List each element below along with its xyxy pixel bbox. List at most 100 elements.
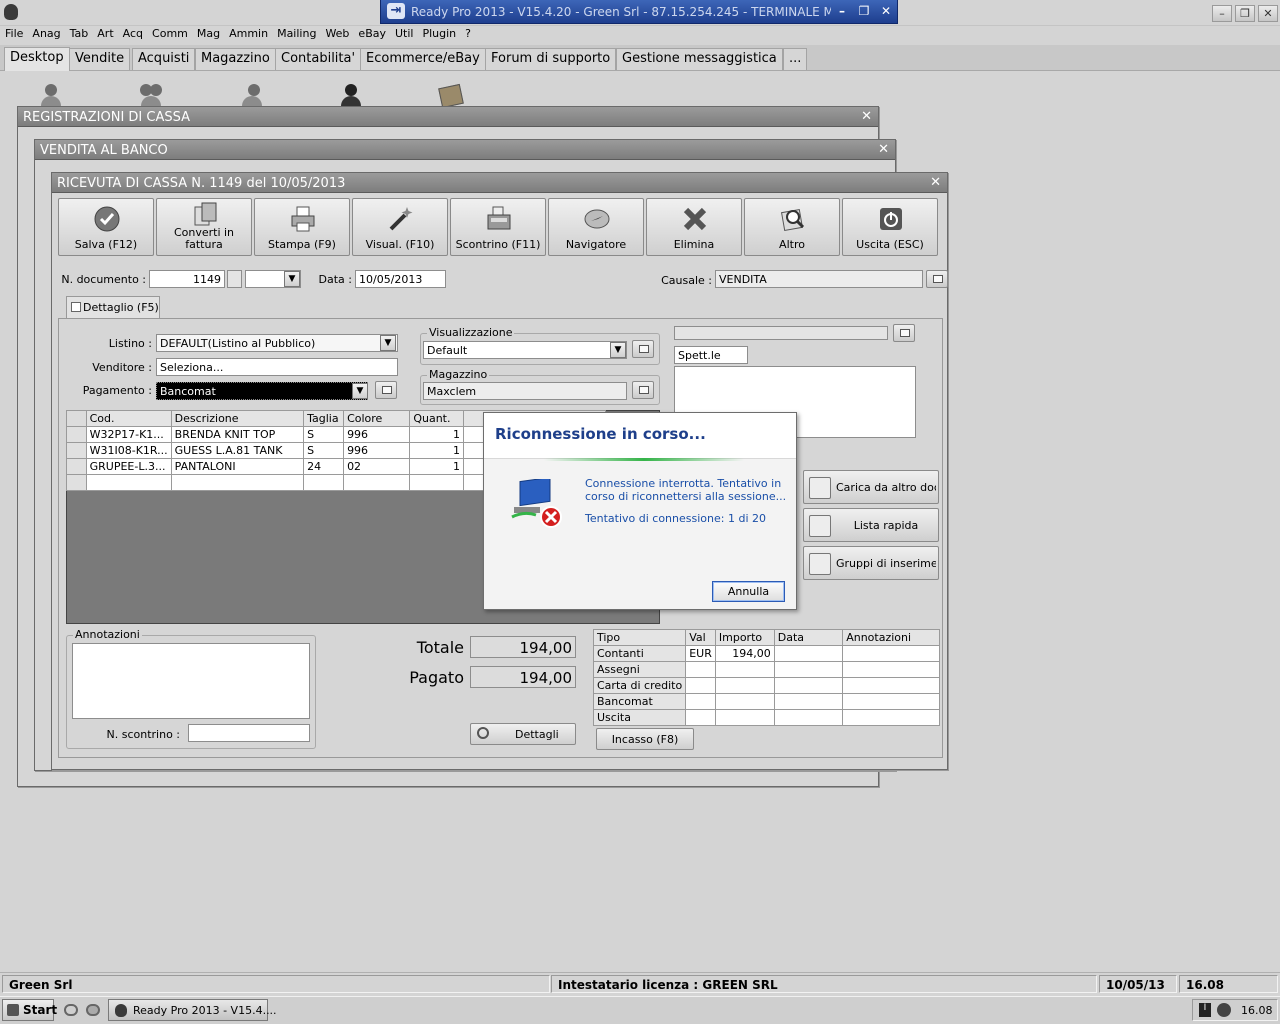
table-row[interactable]: Carta di credito [592,677,940,694]
annotazioni-textarea[interactable] [72,643,310,719]
col-quant[interactable]: Quant. [409,410,465,427]
tab-messaggistica[interactable]: Gestione messaggistica [616,48,783,70]
visualizzazione-select[interactable]: Default [423,341,627,359]
network-icon[interactable] [1217,1003,1231,1017]
close-icon[interactable]: ✕ [930,175,941,190]
pagamento-select[interactable]: Bancomat [156,382,368,400]
converti-fattura-button[interactable]: Converti in fattura [156,198,252,256]
table-row[interactable]: Bancomat [592,693,940,710]
venditore-field[interactable]: Seleziona... [156,358,398,376]
tab-ecommerce[interactable]: Ecommerce/eBay [360,48,486,70]
chevron-down-icon[interactable]: ▼ [610,342,626,358]
spett-field[interactable]: Spett.le [674,346,748,364]
annulla-button[interactable]: Annulla [712,581,785,602]
col-val[interactable]: Val [685,629,716,646]
date-field[interactable]: 10/05/2013 [355,270,446,288]
menu-web[interactable]: Web [320,26,353,40]
visual-button[interactable]: Visual. (F10) [352,198,448,256]
scontrino-button[interactable]: Scontrino (F11) [450,198,546,256]
listino-select[interactable]: DEFAULT(Listino al Pubblico) [156,334,398,352]
elimina-button[interactable]: Elimina [646,198,742,256]
tab-magazzino[interactable]: Magazzino [195,48,276,70]
chevron-down-icon[interactable]: ▼ [380,335,396,351]
app-close-button[interactable]: ✕ [1258,5,1278,22]
magazzino-button[interactable] [632,381,654,399]
ndoc-field[interactable]: 1149 [149,270,225,288]
tab-contabilita[interactable]: Contabilita' [275,48,362,70]
close-icon[interactable]: ✕ [878,142,889,157]
menu-anag[interactable]: Anag [27,26,64,40]
col-cod[interactable]: Cod. [85,410,172,427]
col-importo[interactable]: Importo [714,629,775,646]
agents-icon[interactable] [236,84,266,108]
close-icon[interactable]: ✕ [877,3,895,19]
tray-app-icon[interactable]: I [1199,1003,1211,1017]
browser-icon[interactable] [86,1004,100,1016]
gruppi-inserimento-button[interactable]: Gruppi di inserimento [803,546,939,580]
menu-tab[interactable]: Tab [65,26,93,40]
table-row[interactable]: Assegni [592,661,940,678]
stampa-button[interactable]: Stampa (F9) [254,198,350,256]
salva-button[interactable]: Salva (F12) [58,198,154,256]
restore-icon[interactable]: ❐ [855,3,873,19]
chevron-down-icon[interactable]: ▼ [352,383,368,399]
power-icon [880,208,902,230]
customer-search-field[interactable] [674,326,888,340]
col-data[interactable]: Data [773,629,844,646]
menu-mag[interactable]: Mag [192,26,224,40]
col-taglia[interactable]: Taglia [303,410,345,427]
carica-altro-doc-button[interactable]: Carica da altro doc. [803,470,939,504]
magazzino-field[interactable]: Maxclem [423,382,627,400]
col-colore[interactable]: Colore [343,410,411,427]
dettagli-button[interactable]: Dettagli [470,723,576,745]
window-title: RICEVUTA DI CASSA N. 1149 del 10/05/2013 [52,173,947,193]
altro-button[interactable]: Altro [744,198,840,256]
menu-ebay[interactable]: eBay [353,26,390,40]
notebook-icon[interactable] [436,83,466,109]
menu-ammin[interactable]: Ammin [224,26,272,40]
tab-forum[interactable]: Forum di supporto [485,48,617,70]
tab-more[interactable]: ... [783,48,808,70]
menu-util[interactable]: Util [390,26,417,40]
table-row[interactable]: Uscita [592,709,940,726]
menu-comm[interactable]: Comm [147,26,192,40]
causale-field[interactable]: VENDITA [715,270,923,288]
users-group-icon[interactable] [136,84,166,108]
minimize-icon[interactable]: – [833,3,851,19]
causale-lookup-button[interactable] [926,270,948,288]
app-minimize-button[interactable]: – [1212,5,1232,22]
menu-acq[interactable]: Acq [118,26,147,40]
tab-acquisti[interactable]: Acquisti [132,48,196,70]
app-restore-button[interactable]: ❐ [1235,5,1255,22]
incasso-button[interactable]: Incasso (F8) [596,728,694,750]
uscita-button[interactable]: Uscita (ESC) [842,198,938,256]
dialog-title: Riconnessione in corso... [495,425,706,443]
col-annotazioni[interactable]: Annotazioni [842,629,940,646]
pin-icon[interactable]: ⇥ [387,3,405,19]
menu-file[interactable]: File [0,26,27,40]
ndoc-suffix-field[interactable] [227,270,242,288]
tab-dettaglio[interactable]: Dettaglio (F5) [66,296,160,318]
menu-art[interactable]: Art [92,26,117,40]
spy-user-icon[interactable] [336,84,366,108]
tab-desktop[interactable]: Desktop [4,47,70,71]
menu-mailing[interactable]: Mailing [272,26,320,40]
chevron-down-icon[interactable]: ▼ [284,271,300,287]
table-row[interactable]: Contanti EUR 194,00 [592,645,940,662]
tab-vendite[interactable]: Vendite [69,48,131,70]
menu-help[interactable]: ? [460,26,475,40]
visualizzazione-button[interactable] [632,340,654,358]
pagamento-lookup-button[interactable] [375,381,397,399]
lista-rapida-button[interactable]: Lista rapida [803,508,939,542]
start-button[interactable]: Start [2,999,57,1021]
quicklaunch-icon[interactable] [64,1004,78,1016]
col-tipo[interactable]: Tipo [592,629,687,646]
taskbar-app-button[interactable]: Ready Pro 2013 - V15.4.... [108,999,277,1021]
close-icon[interactable]: ✕ [861,109,872,124]
customer-lookup-button[interactable] [893,324,915,342]
customers-icon[interactable] [36,84,66,108]
col-descrizione[interactable]: Descrizione [170,410,305,427]
nscontrino-field[interactable] [188,724,310,742]
navigatore-button[interactable]: Navigatore [548,198,644,256]
menu-plugin[interactable]: Plugin [417,26,460,40]
